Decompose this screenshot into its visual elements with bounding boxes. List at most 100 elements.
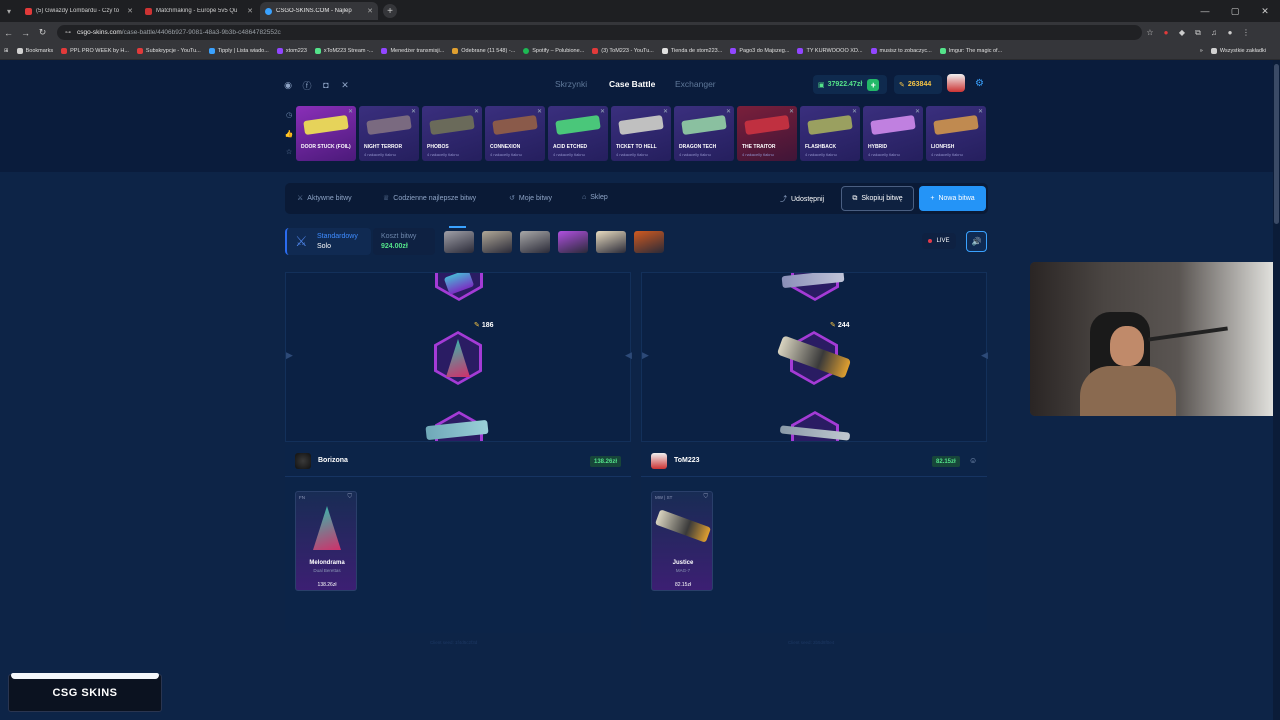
close-icon[interactable]: ✕ xyxy=(726,108,731,115)
sound-toggle-button[interactable]: 🔊 xyxy=(966,231,987,252)
bookmark-item[interactable]: Tipply | Lista wiado... xyxy=(208,48,269,54)
bookmark-item[interactable]: musisz to zobaczyc... xyxy=(870,48,932,54)
history-clock-icon[interactable]: ◷ xyxy=(284,111,294,121)
copy-battle-button[interactable]: ⧉ Skopiuj bitwę xyxy=(841,186,914,211)
share-button[interactable]: ⤴ Udostępnij xyxy=(780,194,824,204)
case-icon[interactable] xyxy=(634,231,664,253)
close-icon[interactable]: ✕ xyxy=(915,108,920,115)
bookmark-item[interactable]: TY KURWOOOO XD... xyxy=(797,48,863,54)
scrollbar-thumb[interactable] xyxy=(1274,64,1279,224)
bookmark-item[interactable]: Odebrane (11 548) -... xyxy=(452,48,515,54)
case-icon[interactable] xyxy=(482,231,512,253)
bookmark-star-icon[interactable]: ☆ xyxy=(1142,22,1158,43)
browser-tab-active[interactable]: CSGO-SKINS.COM - Najlep ✕ xyxy=(260,2,378,20)
daily-best-battles-link[interactable]: ♕ Codzienne najlepsze bitwy xyxy=(383,194,476,202)
coins-display[interactable]: ✎ 263844 xyxy=(894,75,942,94)
close-icon[interactable]: ✕ xyxy=(474,108,479,115)
back-arrow-icon[interactable]: ← xyxy=(0,28,17,38)
recent-drop-card[interactable]: ✕ LIONFISH 4 nakacelly tlaknu xyxy=(926,106,986,161)
player-avatar[interactable] xyxy=(651,453,667,469)
settings-gear-icon[interactable]: ⚙ xyxy=(975,78,987,90)
bookmark-item[interactable]: xtom223 xyxy=(276,48,307,54)
minimize-icon[interactable]: — xyxy=(1190,0,1220,22)
browser-tab[interactable]: (5) Gwiazdy Lombardu - Czy to ✕ xyxy=(20,2,138,20)
x-twitter-icon[interactable]: ✕ xyxy=(339,79,351,91)
balance-display[interactable]: ▣ 37922.47zł + xyxy=(813,75,887,94)
facebook-icon[interactable]: ⓕ xyxy=(301,79,313,91)
won-item-card[interactable]: FN ⛉ Melondrama Dual Berettas 138.26zł xyxy=(295,491,357,591)
player-name[interactable]: Borizona xyxy=(318,457,348,464)
bookmark-item[interactable]: xToM223 Stream -... xyxy=(314,48,373,54)
all-bookmarks-folder[interactable]: Wszystkie zakładki xyxy=(1210,48,1266,54)
smiley-icon[interactable]: ☺ xyxy=(969,456,977,465)
extension-icon[interactable]: ● xyxy=(1158,22,1174,43)
bookmark-item[interactable]: Imgur: The magic of... xyxy=(939,48,1002,54)
close-tab-icon[interactable]: ✕ xyxy=(127,7,133,15)
extension-icon[interactable]: ◆ xyxy=(1174,22,1190,43)
close-window-icon[interactable]: ✕ xyxy=(1250,0,1280,22)
close-icon[interactable]: ✕ xyxy=(600,108,605,115)
url-bar[interactable]: ⊶ csgo-skins.com/case-battle/4406b927-908… xyxy=(57,25,1142,40)
won-item-card[interactable]: MW | ST ⛉ Justice MAG-7 82.15zł xyxy=(651,491,713,591)
nav-case-battle[interactable]: Case Battle xyxy=(609,79,655,89)
media-icon[interactable]: ♫ xyxy=(1206,22,1222,43)
bookmark-item[interactable]: Pago3 do Majszeg... xyxy=(730,48,789,54)
bookmark-item[interactable]: Subskrypcje - YouTu... xyxy=(136,48,201,54)
recent-drop-card[interactable]: ✕ DRAGON TECH 4 nakacelly tlaknu xyxy=(674,106,734,161)
recent-drop-card[interactable]: ✕ THE TRAITOR 4 nakacelly tlaknu xyxy=(737,106,797,161)
active-battles-link[interactable]: ⚔ Aktywne bitwy xyxy=(297,194,352,202)
close-icon[interactable]: ✕ xyxy=(537,108,542,115)
player-name[interactable]: ToM223 xyxy=(674,457,700,464)
recent-drop-card[interactable]: ✕ FLASHBACK 4 nakacelly tlaknu xyxy=(800,106,860,161)
close-icon[interactable]: ✕ xyxy=(663,108,668,115)
profile-avatar-icon[interactable]: ● xyxy=(1222,22,1238,43)
my-battles-link[interactable]: ↺ Moje bitwy xyxy=(509,194,552,202)
recent-drop-card[interactable]: ✕ PHOBOS 4 nakacelly tlaknu xyxy=(422,106,482,161)
case-icon[interactable] xyxy=(520,231,550,253)
new-tab-button[interactable]: + xyxy=(383,4,397,18)
instagram-icon[interactable]: ◘ xyxy=(320,79,332,91)
close-icon[interactable]: ✕ xyxy=(348,108,353,115)
close-tab-icon[interactable]: ✕ xyxy=(367,7,373,15)
recent-drop-card[interactable]: ✕ DOOR STUCK (FOIL) xyxy=(296,106,356,161)
recent-drop-card[interactable]: ✕ ACID ETCHED 4 nakacelly tlaknu xyxy=(548,106,608,161)
maximize-icon[interactable]: ▢ xyxy=(1220,0,1250,22)
recent-drop-card[interactable]: ✕ CONNEXION 4 nakacelly tlaknu xyxy=(485,106,545,161)
nav-exchanger[interactable]: Exchanger xyxy=(675,79,716,89)
bookmark-item[interactable]: Bookmarks xyxy=(16,48,53,54)
bookmark-item[interactable]: (3) ToM223 - YouTu... xyxy=(592,48,654,54)
bookmark-item[interactable]: Tienda de xtom223... xyxy=(661,48,722,54)
close-tab-icon[interactable]: ✕ xyxy=(247,7,253,15)
player-avatar[interactable] xyxy=(295,453,311,469)
case-icon[interactable] xyxy=(596,231,626,253)
star-icon[interactable]: ☆ xyxy=(284,148,294,158)
recent-drop-card[interactable]: ✕ HYBRID 4 nakacelly tlaknu xyxy=(863,106,923,161)
close-icon[interactable]: ✕ xyxy=(789,108,794,115)
site-info-icon[interactable]: ⊶ xyxy=(65,29,71,36)
user-avatar[interactable] xyxy=(947,74,965,92)
browser-tab[interactable]: Matchmaking - Europe 5v5 Qu ✕ xyxy=(140,2,258,20)
more-bookmarks-chevron-icon[interactable]: » xyxy=(1200,48,1203,54)
new-battle-button[interactable]: + Nowa bitwa xyxy=(919,186,986,211)
tab-search-icon[interactable]: ▾ xyxy=(0,0,18,22)
bookmark-item[interactable]: PPL PRO WEEK by H... xyxy=(61,48,129,54)
bookmark-item[interactable]: Menedżer transmisji... xyxy=(381,48,444,54)
apps-grid-icon[interactable]: ⊞ xyxy=(4,48,9,54)
deposit-plus-button[interactable]: + xyxy=(867,78,880,91)
reload-icon[interactable]: ↻ xyxy=(34,27,51,38)
close-icon[interactable]: ✕ xyxy=(978,108,983,115)
discord-icon[interactable]: ◉ xyxy=(282,79,294,91)
menu-kebab-icon[interactable]: ⋮ xyxy=(1238,22,1254,43)
extensions-puzzle-icon[interactable]: ⧉ xyxy=(1190,22,1206,43)
bookmark-item[interactable]: Spotify – Polubione... xyxy=(523,48,584,54)
shop-link[interactable]: ⌂ Sklep xyxy=(582,194,608,201)
close-icon[interactable]: ✕ xyxy=(411,108,416,115)
case-icon[interactable] xyxy=(558,231,588,253)
thumbs-up-icon[interactable]: 👍 xyxy=(284,130,294,140)
case-icon[interactable] xyxy=(444,231,474,253)
recent-drop-card[interactable]: ✕ TICKET TO HELL 4 nakacelly tlaknu xyxy=(611,106,671,161)
recent-drop-card[interactable]: ✕ NIGHT TERROR 4 nakacelly tlaknu xyxy=(359,106,419,161)
nav-cases[interactable]: Skrzynki xyxy=(555,79,587,89)
forward-arrow-icon[interactable]: → xyxy=(17,28,34,38)
close-icon[interactable]: ✕ xyxy=(852,108,857,115)
